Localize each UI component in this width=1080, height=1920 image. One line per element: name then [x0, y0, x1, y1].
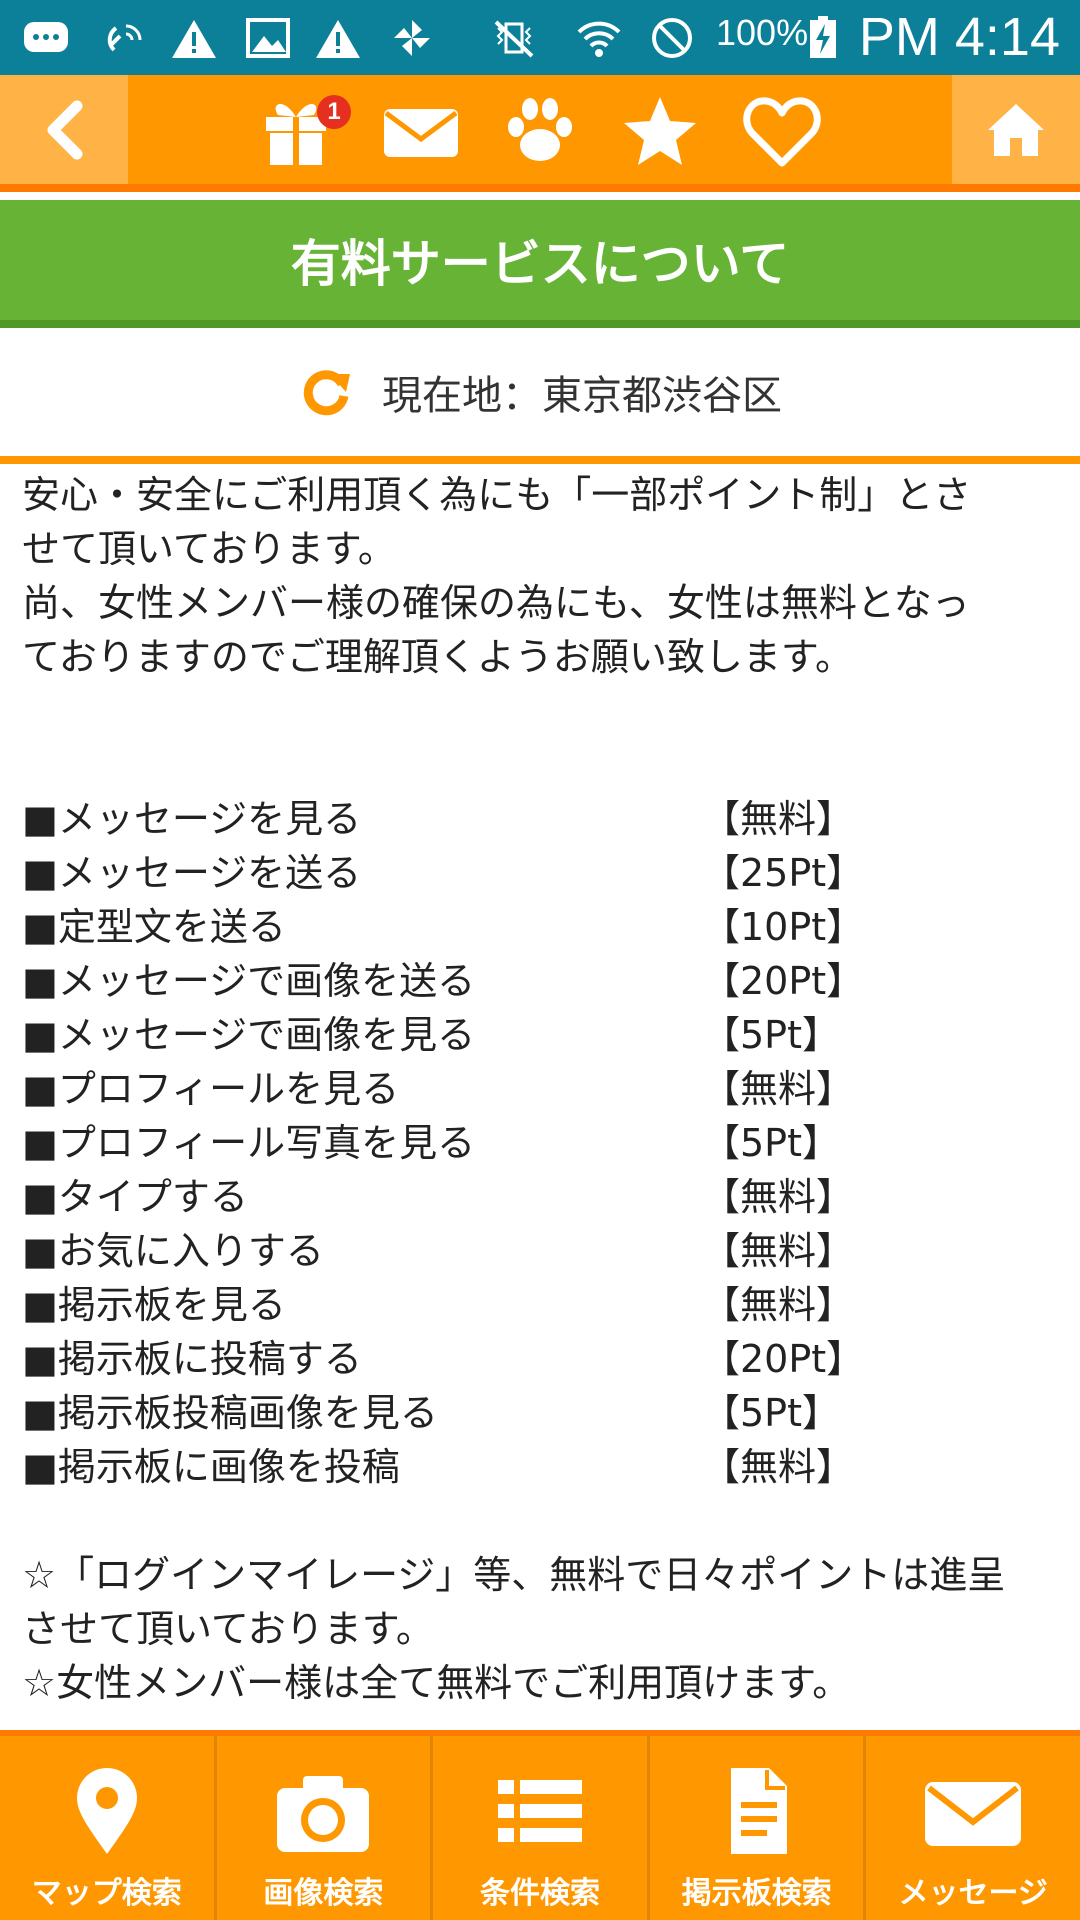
tab-board-search[interactable]: 掲示板検索: [650, 1736, 867, 1920]
document-icon: [730, 1768, 787, 1854]
tab-map-search[interactable]: マップ検索: [0, 1736, 217, 1920]
paw-icon[interactable]: [500, 93, 580, 169]
image-icon: [246, 18, 290, 58]
service-name: ■メッセージを送る: [22, 851, 362, 895]
service-name: ■メッセージで画像を見る: [22, 1013, 476, 1057]
price-list: ■メッセージを見る 【無料】 ■メッセージを送る 【25Pt】 ■定型文を送る 【10…: [22, 792, 1062, 1494]
price-row: ■プロフィール写真を見る 【5Pt】: [22, 1116, 1062, 1170]
service-name: ■定型文を送る: [22, 905, 286, 949]
refresh-icon[interactable]: [298, 364, 354, 420]
status-bar: 100% PM 4:14: [0, 0, 1080, 75]
price-row: ■メッセージを見る 【無料】: [22, 792, 1062, 846]
service-cost: 【10Pt】: [702, 905, 865, 949]
service-cost: 【5Pt】: [702, 1391, 840, 1435]
home-button[interactable]: [952, 75, 1080, 184]
list-icon: [497, 1780, 582, 1842]
price-row: ■メッセージを送る 【25Pt】: [22, 846, 1062, 900]
service-name: ■プロフィール写真を見る: [22, 1121, 476, 1165]
price-row: ■定型文を送る 【10Pt】: [22, 900, 1062, 954]
vibrate-mute-icon: [494, 20, 534, 58]
intro-line-2: せて頂いております。: [22, 527, 396, 571]
page-title: 有料サービスについて: [290, 235, 790, 293]
service-name: ■掲示板を見る: [22, 1283, 286, 1327]
tab-label: 条件検索: [479, 1876, 600, 1911]
price-row: ■掲示板に画像を投稿 【無料】: [22, 1440, 1062, 1494]
tab-label: マップ検索: [31, 1876, 182, 1911]
clock: PM 4:14: [858, 7, 1060, 67]
service-cost: 【25Pt】: [702, 851, 865, 895]
service-name: ■プロフィールを見る: [22, 1067, 400, 1111]
star-icon[interactable]: [620, 93, 700, 169]
tab-label: 掲示板検索: [681, 1876, 832, 1911]
tab-image-search[interactable]: 画像検索: [217, 1736, 434, 1920]
chat-notification-icon: [24, 22, 68, 52]
price-row: ■メッセージで画像を見る 【5Pt】: [22, 1008, 1062, 1062]
tab-message[interactable]: メッセージ: [866, 1736, 1080, 1920]
top-nav: 1: [0, 75, 1080, 192]
wifi-icon: [577, 21, 621, 57]
intro-line-1: 安心・安全にご利用頂く為にも「一部ポイント制」とさ: [22, 473, 972, 517]
service-cost: 【20Pt】: [702, 959, 865, 1003]
service-name: ■メッセージで画像を送る: [22, 959, 476, 1003]
notes: ☆「ログインマイレージ」等、無料で日々ポイントは進呈 させて頂いております。 ☆…: [22, 1548, 1062, 1710]
wifi-call-icon: [107, 24, 142, 52]
service-name: ■掲示板に画像を投稿: [22, 1445, 400, 1489]
price-row: ■プロフィールを見る 【無料】: [22, 1062, 1062, 1116]
back-button[interactable]: [0, 75, 128, 184]
page-title-bar: 有料サービスについて: [0, 200, 1080, 328]
service-name: ■掲示板に投稿する: [22, 1337, 362, 1381]
current-location: 現在地：東京都渋谷区: [382, 373, 782, 419]
warning-icon-2: [316, 20, 360, 58]
service-cost: 【5Pt】: [702, 1013, 840, 1057]
intro-line-4: ておりますのでご理解頂くようお願い致します。: [22, 635, 854, 679]
service-description: 安心・安全にご利用頂く為にも「一部ポイント制」とさ せて頂いております。 尚、女…: [22, 468, 1062, 1710]
service-name: ■お気に入りする: [22, 1229, 324, 1273]
service-name: ■掲示板投稿画像を見る: [22, 1391, 438, 1435]
price-row: ■お気に入りする 【無料】: [22, 1224, 1062, 1278]
location-bar[interactable]: 現在地：東京都渋谷区: [0, 328, 1080, 464]
back-arrow-icon: [47, 100, 83, 159]
price-row: ■タイプする 【無料】: [22, 1170, 1062, 1224]
price-row: ■掲示板に投稿する 【20Pt】: [22, 1332, 1062, 1386]
battery-charging-icon: [810, 16, 836, 58]
map-pin-icon: [76, 1768, 137, 1854]
camera-icon: [277, 1776, 370, 1852]
note-line-3: ☆女性メンバー様は全て無料でご利用頂けます。: [22, 1661, 851, 1705]
service-cost: 【無料】: [702, 1229, 855, 1273]
tab-label: メッセージ: [898, 1876, 1048, 1911]
mail-icon[interactable]: [380, 93, 462, 169]
price-row: ■掲示板を見る 【無料】: [22, 1278, 1062, 1332]
home-icon: [988, 103, 1044, 156]
notification-badge: 1: [317, 95, 351, 129]
service-name: ■タイプする: [22, 1175, 248, 1219]
price-row: ■掲示板投稿画像を見る 【5Pt】: [22, 1386, 1062, 1440]
bottom-nav: マップ検索 画像検索 条件検索 掲示板検索 メッセージ: [0, 1730, 1080, 1920]
heart-icon[interactable]: [742, 93, 822, 169]
mail-icon: [925, 1782, 1022, 1846]
tab-label: 画像検索: [263, 1876, 384, 1911]
warning-icon: [172, 20, 216, 58]
note-line-2: させて頂いております。: [22, 1607, 434, 1651]
service-cost: 【無料】: [702, 1175, 855, 1219]
service-cost: 【無料】: [702, 1283, 855, 1327]
tab-condition-search[interactable]: 条件検索: [433, 1736, 650, 1920]
service-name: ■メッセージを見る: [22, 797, 362, 841]
intro-line-3: 尚、女性メンバー様の確保の為にも、女性は無料となっ: [22, 581, 970, 625]
service-cost: 【無料】: [702, 797, 855, 841]
service-cost: 【20Pt】: [702, 1337, 865, 1381]
service-cost: 【無料】: [702, 1445, 855, 1489]
battery-percent: 100%: [716, 12, 809, 53]
service-cost: 【5Pt】: [702, 1121, 840, 1165]
price-row: ■メッセージで画像を送る 【20Pt】: [22, 954, 1062, 1008]
service-cost: 【無料】: [702, 1067, 855, 1111]
do-not-disturb-icon: [652, 18, 692, 58]
note-line-1: ☆「ログインマイレージ」等、無料で日々ポイントは進呈: [22, 1553, 1006, 1597]
pinwheel-icon: [394, 20, 430, 56]
